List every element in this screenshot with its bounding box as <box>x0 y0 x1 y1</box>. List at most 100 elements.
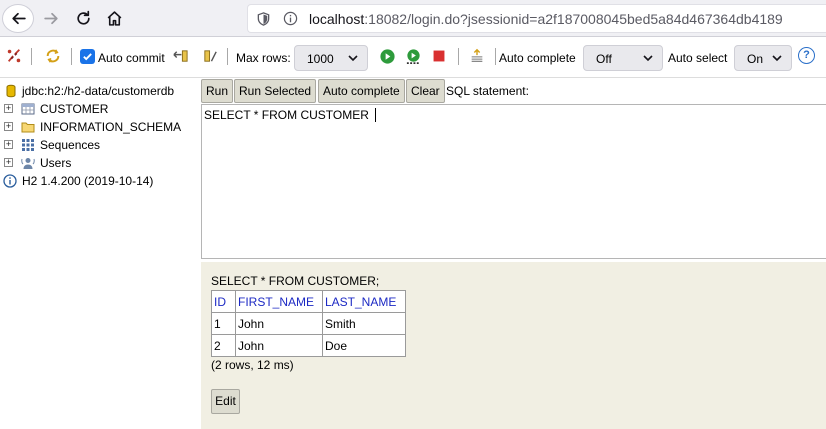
tree-item-label: CUSTOMER <box>40 102 109 116</box>
table-row: 1 John Smith <box>211 312 406 335</box>
run-query-button[interactable]: Run <box>201 79 234 103</box>
url-host: localhost <box>309 11 365 27</box>
expand-icon[interactable]: + <box>4 140 13 149</box>
back-button[interactable] <box>2 4 34 33</box>
version-label: H2 1.4.200 (2019-10-14) <box>22 174 154 188</box>
table-icon <box>21 103 35 115</box>
toolbar-separator <box>495 48 496 65</box>
tree-connection[interactable]: jdbc:h2:/h2-data/customerdb <box>0 82 200 100</box>
table-cell: Smith <box>322 312 406 335</box>
sql-editor[interactable]: SELECT * FROM CUSTOMER <box>201 104 826 259</box>
sequences-icon <box>22 139 34 151</box>
play-selected-icon <box>406 48 420 64</box>
auto-commit-label[interactable]: Auto commit <box>98 51 165 65</box>
column-header-last-name[interactable]: LAST_NAME <box>322 290 406 313</box>
table-cell: 2 <box>211 334 236 357</box>
tree-item-label: Users <box>40 156 72 170</box>
expand-icon[interactable]: + <box>4 122 13 131</box>
expand-icon[interactable]: + <box>4 158 13 167</box>
edit-button[interactable]: Edit <box>211 389 240 414</box>
table-header-row: ID FIRST_NAME LAST_NAME <box>211 290 406 313</box>
table-cell: John <box>235 312 323 335</box>
column-header-id[interactable]: ID <box>211 290 236 313</box>
tree-item-sequences[interactable]: + Sequences <box>0 136 200 154</box>
commit-button[interactable] <box>201 47 219 65</box>
auto-select-select[interactable]: On <box>734 45 792 71</box>
tree-version: H2 1.4.200 (2019-10-14) <box>0 172 200 190</box>
result-table: ID FIRST_NAME LAST_NAME 1 John Smith 2 J… <box>211 290 406 357</box>
chevron-down-icon <box>348 55 358 62</box>
toolbar-separator <box>31 48 32 65</box>
auto-complete-select[interactable]: Off <box>583 45 663 71</box>
refresh-icon <box>46 49 60 63</box>
shield-icon[interactable] <box>256 11 271 27</box>
folder-icon <box>21 122 35 133</box>
auto-complete-value: Off <box>596 52 612 66</box>
auto-commit-checkbox[interactable] <box>80 49 95 64</box>
text-caret <box>375 108 377 122</box>
toolbar-separator <box>71 48 72 65</box>
toolbar-separator <box>458 48 459 65</box>
result-summary: (2 rows, 12 ms) <box>211 358 294 372</box>
tree-item-customer[interactable]: + CUSTOMER <box>0 100 200 118</box>
history-icon <box>471 48 483 62</box>
checkmark-icon <box>83 53 92 61</box>
toolbar-separator <box>227 48 228 65</box>
h2-toolbar: Auto commit Max rows: 1000 Auto complete… <box>0 37 826 78</box>
stop-button[interactable] <box>430 47 448 65</box>
help-icon[interactable]: ? <box>798 47 815 64</box>
tree-item-information-schema[interactable]: + INFORMATION_SCHEMA <box>0 118 200 136</box>
table-cell: 1 <box>211 312 236 335</box>
max-rows-value: 1000 <box>307 52 334 66</box>
column-header-first-name[interactable]: FIRST_NAME <box>235 290 323 313</box>
result-panel: SELECT * FROM CUSTOMER; ID FIRST_NAME LA… <box>201 262 826 429</box>
max-rows-select[interactable]: 1000 <box>294 45 368 71</box>
table-row: 2 John Doe <box>211 334 406 357</box>
auto-complete-label: Auto complete <box>499 51 576 65</box>
forward-button[interactable] <box>36 4 66 33</box>
disconnect-icon <box>7 49 21 63</box>
run-selected-query-button[interactable]: Run Selected <box>234 79 317 103</box>
info-icon[interactable] <box>283 11 298 26</box>
object-tree: jdbc:h2:/h2-data/customerdb + CUSTOMER +… <box>0 78 200 429</box>
database-icon <box>6 84 16 98</box>
reload-icon <box>76 10 90 25</box>
commit-icon <box>203 49 217 62</box>
auto-select-value: On <box>747 52 764 66</box>
chevron-down-icon <box>643 55 653 62</box>
clear-button[interactable]: Clear <box>406 79 445 103</box>
expand-icon[interactable]: + <box>4 104 13 113</box>
browser-toolbar: localhost:18082/login.do?jsessionid=a2f1… <box>0 0 826 37</box>
tree-item-label: Sequences <box>40 138 101 152</box>
result-statement: SELECT * FROM CUSTOMER; <box>211 274 380 288</box>
url-bar[interactable]: localhost:18082/login.do?jsessionid=a2f1… <box>247 4 826 33</box>
arrow-right-icon <box>43 12 58 25</box>
home-icon <box>107 11 121 26</box>
tree-item-users[interactable]: + Users <box>0 154 200 172</box>
play-icon <box>379 48 395 64</box>
reload-button[interactable] <box>68 4 98 33</box>
auto-select-label: Auto select <box>668 51 728 65</box>
rollback-icon <box>172 49 188 62</box>
info-icon <box>3 174 17 188</box>
sql-text: SELECT * FROM CUSTOMER <box>204 108 373 122</box>
history-button[interactable] <box>468 47 486 65</box>
max-rows-label: Max rows: <box>236 51 291 65</box>
refresh-button[interactable] <box>44 47 62 65</box>
url-text[interactable]: localhost:18082/login.do?jsessionid=a2f1… <box>309 11 783 27</box>
run-selected-button[interactable] <box>404 47 422 65</box>
arrow-left-icon <box>11 12 26 25</box>
tree-item-label: INFORMATION_SCHEMA <box>40 120 182 134</box>
sql-statement-label: SQL statement: <box>446 84 529 98</box>
table-cell: John <box>235 334 323 357</box>
home-button[interactable] <box>99 4 129 33</box>
url-path: :18082/login.do?jsessionid=a2f187008045b… <box>364 11 783 27</box>
stop-icon <box>433 50 445 62</box>
auto-complete-button[interactable]: Auto complete <box>318 79 405 103</box>
chevron-down-icon <box>772 55 782 62</box>
rollback-button[interactable] <box>171 47 189 65</box>
run-button[interactable] <box>378 47 396 65</box>
disconnect-button[interactable] <box>5 47 23 65</box>
users-icon <box>21 158 35 169</box>
tree-connection-label: jdbc:h2:/h2-data/customerdb <box>22 84 175 98</box>
